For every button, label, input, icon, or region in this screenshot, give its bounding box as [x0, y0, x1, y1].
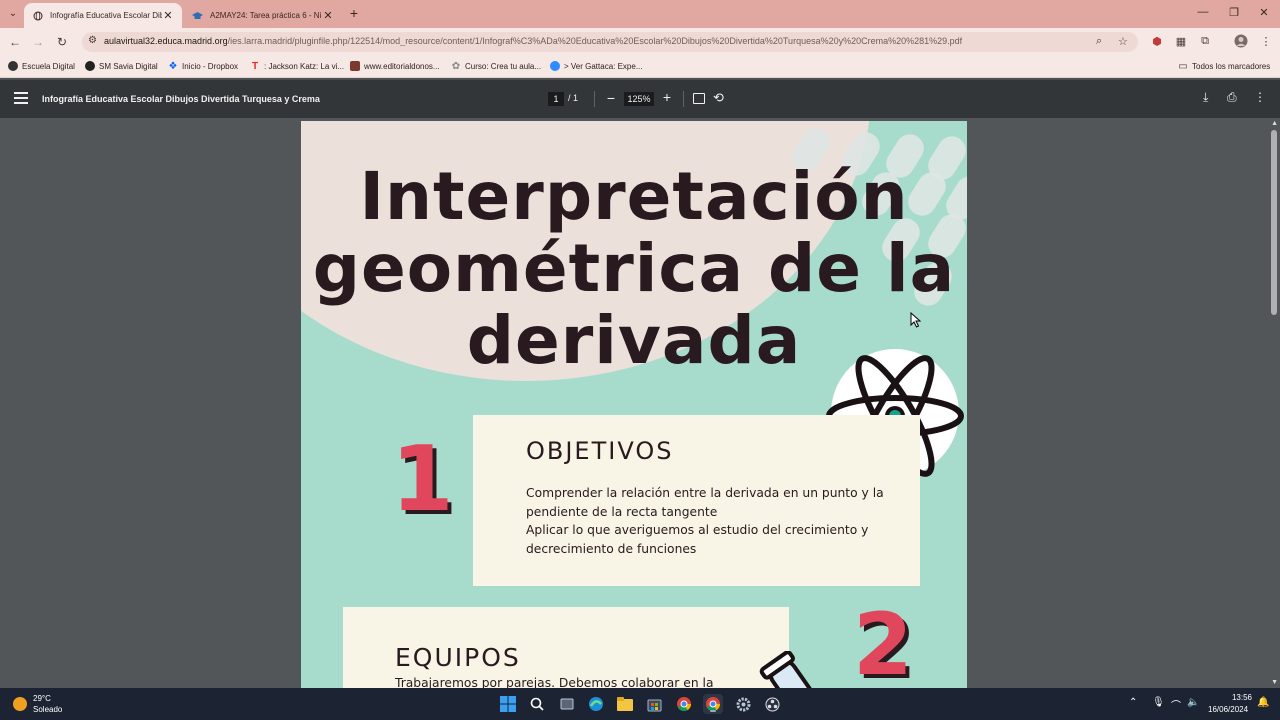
running-indicator [710, 710, 716, 712]
scroll-down-icon[interactable]: ▼ [1271, 679, 1278, 686]
weather-temperature[interactable]: 29°C [33, 694, 51, 703]
bookmark-editorial[interactable]: www.editorialdonos... [350, 61, 440, 71]
minimize-icon[interactable]: — [1193, 6, 1213, 18]
url-text[interactable]: aulavirtual32.educa.madrid.org/ies.larra… [104, 36, 1094, 46]
clock-date[interactable]: 16/06/2024 [1208, 705, 1248, 714]
section-text: Comprender la relación entre la derivada… [526, 486, 884, 556]
section-number: 2 [853, 595, 913, 689]
forward-icon[interactable]: → [30, 34, 46, 50]
network-icon[interactable]: ⌒ [1171, 697, 1181, 712]
test-tube-icon [759, 651, 820, 689]
bookmark-star-icon[interactable]: ☆ [1118, 35, 1128, 48]
toolbar-divider [683, 91, 684, 107]
scroll-up-icon[interactable]: ▲ [1271, 120, 1278, 127]
objectives-card: OBJETIVOS Comprender la relación entre l… [473, 415, 920, 586]
editorial-icon [350, 61, 360, 71]
fit-page-icon[interactable] [693, 93, 705, 104]
print-icon[interactable]: ⎙ [1227, 90, 1237, 105]
bookmark-gattaca[interactable]: > Ver Gattaca: Expe... [550, 61, 643, 71]
dropbox-icon: ❖ [168, 60, 178, 72]
extensions-puzzle-icon[interactable]: ⧉ [1198, 34, 1212, 48]
close-window-icon[interactable]: ✕ [1254, 6, 1274, 19]
pdf-title: Infografía Educativa Escolar Dibujos Div… [42, 94, 320, 104]
curso-icon: ✿ [451, 60, 461, 72]
zoom-in-icon[interactable]: + [660, 89, 674, 105]
scrollbar-thumb[interactable] [1271, 130, 1277, 315]
page-number-input[interactable]: 1 [548, 92, 564, 106]
tab-inactive[interactable]: A2MAY24: Tarea práctica 6 - Ni ✕ [184, 3, 342, 28]
address-bar[interactable]: ⚙ aulavirtual32.educa.madrid.org/ies.lar… [82, 32, 1138, 52]
mouse-cursor-icon [910, 312, 922, 328]
section-number: 1 [391, 427, 454, 532]
bookmark-sm-savia[interactable]: SM Savia Digital [85, 61, 158, 71]
profile-avatar-icon[interactable] [1234, 34, 1248, 48]
chrome-icon[interactable] [674, 694, 694, 714]
site-info-icon[interactable]: ⚙ [88, 35, 97, 46]
bookmark-escuela-digital[interactable]: Escuela Digital [8, 61, 75, 71]
obs-record-icon[interactable] [762, 694, 782, 714]
volume-icon[interactable]: 🔈 [1187, 697, 1199, 708]
section-heading: OBJETIVOS [526, 437, 674, 465]
folder-icon: ▭ [1178, 60, 1188, 72]
page-total: / 1 [568, 93, 579, 103]
back-icon[interactable]: ← [7, 34, 23, 50]
tab-active[interactable]: Infografía Educativa Escolar Dib ✕ [24, 3, 182, 28]
globe-icon [32, 10, 43, 21]
chevron-up-icon[interactable]: ⌃ [1129, 697, 1137, 708]
tab-strip: ⌄ Infografía Educativa Escolar Dib ✕ A2M… [0, 0, 1280, 28]
bookmark-ted[interactable]: T : Jackson Katz: La vi... [250, 60, 344, 72]
browser-menu-icon[interactable]: ⋮ [1259, 34, 1273, 48]
tab-search-icon[interactable]: ⌄ [5, 5, 21, 21]
notification-bell-icon[interactable]: 🔔 [1257, 697, 1269, 708]
taskbar: 29°C Soleado ⌃ 🎙 ⌒ 🔈 13:56 16/06/2024 🔔 [0, 688, 1280, 720]
all-bookmarks[interactable]: ▭ Todos los marcadores [1178, 60, 1270, 72]
edge-icon[interactable] [586, 694, 606, 714]
rotate-icon[interactable]: ⟲ [713, 90, 724, 106]
toolbar-divider [594, 91, 595, 107]
section-text: Trabajaremos por parejas. Debemos colabo… [395, 676, 714, 689]
close-tab-icon[interactable]: ✕ [322, 9, 334, 22]
pdf-page: Interpretación geométrica de la derivada… [301, 121, 967, 689]
more-actions-icon[interactable]: ⋮ [1254, 90, 1266, 104]
tab-title: A2MAY24: Tarea práctica 6 - Ni [210, 11, 322, 20]
pdf-toolbar: Infografía Educativa Escolar Dibujos Div… [0, 80, 1280, 118]
new-tab-icon[interactable]: + [346, 5, 362, 21]
escuela-digital-icon [8, 61, 18, 71]
task-view-icon[interactable] [557, 694, 577, 714]
file-explorer-icon[interactable] [615, 694, 635, 714]
gattaca-icon [550, 61, 560, 71]
settings-gear-icon[interactable] [733, 694, 753, 714]
chrome-active-icon[interactable] [703, 694, 723, 714]
download-icon[interactable]: ⤓ [1203, 90, 1208, 105]
search-icon[interactable] [527, 694, 547, 714]
bookmark-dropbox[interactable]: ❖ Inicio - Dropbox [168, 60, 239, 72]
bookmark-curso[interactable]: ✿ Curso: Crea tu aula... [451, 60, 541, 72]
weather-description[interactable]: Soleado [33, 705, 62, 714]
reload-icon[interactable]: ↻ [54, 34, 70, 50]
store-icon[interactable] [644, 694, 664, 714]
restore-icon[interactable]: ❐ [1224, 6, 1244, 19]
zoom-out-icon[interactable]: − [604, 90, 618, 106]
moodle-icon [192, 10, 203, 21]
extension-shield-icon[interactable]: ⬢ [1150, 34, 1164, 48]
windows-start-icon[interactable] [498, 694, 518, 714]
zoom-lens-icon[interactable]: ⌕ [1096, 35, 1102, 48]
close-tab-icon[interactable]: ✕ [162, 9, 174, 22]
bookmarks-bar: Escuela Digital SM Savia Digital ❖ Inici… [0, 56, 1280, 78]
title-line: Interpretación [359, 158, 909, 235]
teams-card: EQUIPOS Trabajaremos por parejas. Debemo… [343, 607, 789, 689]
title-line: geométrica de la [312, 230, 956, 307]
ted-icon: T [251, 60, 259, 72]
microphone-icon[interactable]: 🎙 [1152, 697, 1165, 708]
menu-icon[interactable] [14, 92, 28, 104]
zoom-level-input[interactable]: 125% [624, 92, 654, 106]
weather-sun-icon[interactable] [13, 697, 27, 711]
sm-savia-icon [85, 61, 95, 71]
extension-grid-icon[interactable]: ▦ [1174, 34, 1188, 48]
section-heading: EQUIPOS [395, 643, 521, 672]
clock-time[interactable]: 13:56 [1222, 693, 1252, 702]
tab-title: Infografía Educativa Escolar Dib [50, 11, 162, 20]
